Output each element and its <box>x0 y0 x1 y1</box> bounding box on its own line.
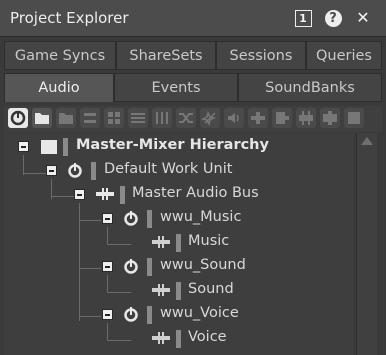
layout-icon[interactable]: 1 <box>292 7 314 29</box>
tree-row-voice[interactable]: Voice <box>4 327 354 351</box>
motion-bus-icon[interactable] <box>320 108 340 128</box>
tree-label: Default Work Unit <box>104 161 233 177</box>
folder-icon[interactable] <box>32 108 52 128</box>
audio-bus-icon <box>152 330 170 346</box>
panel-title: Project Explorer <box>10 9 129 27</box>
collapse-toggle[interactable] <box>102 213 113 224</box>
work-unit-icon <box>123 258 139 274</box>
tree-label: Sound <box>188 281 234 297</box>
vertical-scrollbar[interactable] <box>356 133 377 355</box>
hierarchy-tree: Master-Mixer Hierarchy Default Work Unit… <box>4 133 354 355</box>
more-tools-icon[interactable] <box>344 108 364 128</box>
work-unit-icon <box>123 306 139 322</box>
tab-audio[interactable]: Audio <box>4 73 114 102</box>
tab-events[interactable]: Events <box>114 73 238 102</box>
work-unit-icon <box>123 210 139 226</box>
sound-icon[interactable] <box>224 108 244 128</box>
aux-bus-icon[interactable] <box>272 108 292 128</box>
work-unit-icon[interactable] <box>8 108 28 128</box>
bus-icon[interactable] <box>248 108 268 128</box>
title-bar: Project Explorer 1 ? ✕ <box>0 0 386 37</box>
scroll-up-icon[interactable] <box>361 137 373 145</box>
sequence-container-icon[interactable] <box>128 108 148 128</box>
audio-bus-icon <box>152 234 170 250</box>
switch-container-icon[interactable] <box>80 108 100 128</box>
tree-label: Voice <box>188 329 227 345</box>
collapse-toggle[interactable] <box>46 165 57 176</box>
toolbar <box>4 106 382 132</box>
tab-sharesets[interactable]: ShareSets <box>116 41 216 70</box>
actor-mixer-icon[interactable] <box>152 108 172 128</box>
tab-soundbanks[interactable]: SoundBanks <box>238 73 382 102</box>
audio-device-icon[interactable] <box>296 108 316 128</box>
close-icon[interactable]: ✕ <box>352 7 374 29</box>
effect-icon[interactable] <box>200 108 220 128</box>
audio-bus-icon <box>96 186 114 202</box>
help-icon[interactable]: ? <box>322 7 344 29</box>
tree-row-default-work-unit[interactable]: Default Work Unit <box>4 159 354 183</box>
collapse-toggle[interactable] <box>102 261 113 272</box>
collapse-toggle[interactable] <box>74 189 85 200</box>
collapse-toggle[interactable] <box>102 309 113 320</box>
bottom-tab-row: Audio Events SoundBanks <box>4 73 382 102</box>
tree-row-music[interactable]: Music <box>4 231 354 255</box>
tree-row-master-mixer[interactable]: Master-Mixer Hierarchy <box>4 135 354 159</box>
top-tab-row: Game Syncs ShareSets Sessions Queries <box>4 41 382 70</box>
work-unit-icon <box>67 162 83 178</box>
tree-label: wwu_Sound <box>160 257 246 273</box>
tab-queries[interactable]: Queries <box>306 41 382 70</box>
folder-disabled-icon[interactable] <box>56 108 76 128</box>
random-container-icon[interactable] <box>176 108 196 128</box>
tree-row-wwu-sound[interactable]: wwu_Sound <box>4 255 354 279</box>
tree-label: wwu_Music <box>160 209 242 225</box>
tree-label: Master Audio Bus <box>132 185 259 201</box>
collapse-toggle[interactable] <box>18 141 29 152</box>
tree-row-wwu-voice[interactable]: wwu_Voice <box>4 303 354 327</box>
blend-container-icon[interactable] <box>104 108 124 128</box>
tree-row-wwu-music[interactable]: wwu_Music <box>4 207 354 231</box>
tab-sessions[interactable]: Sessions <box>216 41 306 70</box>
tree-label: wwu_Voice <box>160 305 239 321</box>
tree-label: Master-Mixer Hierarchy <box>76 137 269 153</box>
tab-game-syncs[interactable]: Game Syncs <box>4 41 116 70</box>
audio-bus-icon <box>152 282 170 298</box>
folder-icon <box>41 138 57 154</box>
tree-row-sound[interactable]: Sound <box>4 279 354 303</box>
tree-label: Music <box>188 233 230 249</box>
tree-row-master-audio-bus[interactable]: Master Audio Bus <box>4 183 354 207</box>
